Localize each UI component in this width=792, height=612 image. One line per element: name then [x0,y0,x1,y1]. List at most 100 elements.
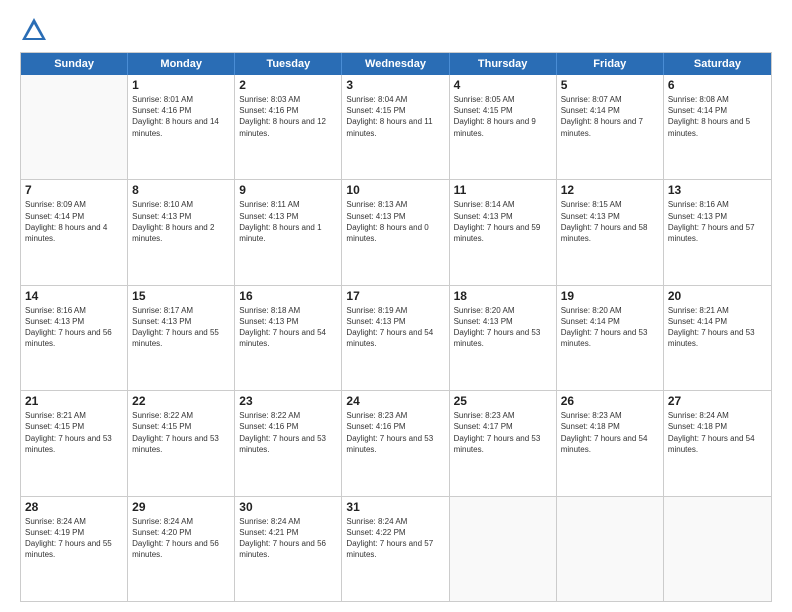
day-number: 10 [346,183,444,197]
day-cell-12: 12Sunrise: 8:15 AM Sunset: 4:13 PM Dayli… [557,180,664,284]
header-cell-wednesday: Wednesday [342,53,449,75]
day-cell-31: 31 Sunrise: 8:24 AM Sunset: 4:22 PM Dayli… [342,497,449,601]
header-cell-saturday: Saturday [664,53,771,75]
day-number: 21 [25,394,123,408]
page: SundayMondayTuesdayWednesdayThursdayFrid… [0,0,792,612]
week-row-4: 21 Sunrise: 8:21 AM Sunset: 4:15 PM Dayli… [21,391,771,496]
day-info: Sunrise: 8:24 AM Sunset: 4:18 PM Dayligh… [668,410,767,455]
day-cell-9: 9 Sunrise: 8:11 AM Sunset: 4:13 PM Daylig… [235,180,342,284]
logo [20,16,52,44]
day-cell-25: 25 Sunrise: 8:23 AM Sunset: 4:17 PM Dayli… [450,391,557,495]
day-info: Sunrise: 8:20 AM Sunset: 4:14 PM Dayligh… [561,305,659,350]
header-cell-monday: Monday [128,53,235,75]
day-info: Sunrise: 8:21 AM Sunset: 4:14 PM Dayligh… [668,305,767,350]
day-cell-empty-4-5 [557,497,664,601]
day-number: 26 [561,394,659,408]
day-number: 19 [561,289,659,303]
day-cell-21: 21 Sunrise: 8:21 AM Sunset: 4:15 PM Dayli… [21,391,128,495]
day-info: Sunrise: 8:24 AM Sunset: 4:19 PM Dayligh… [25,516,123,561]
day-number: 7 [25,183,123,197]
day-number: 1 [132,78,230,92]
day-cell-16: 16Sunrise: 8:18 AM Sunset: 4:13 PM Dayli… [235,286,342,390]
day-cell-3: 3Sunrise: 8:04 AM Sunset: 4:15 PM Daylig… [342,75,449,179]
day-cell-4: 4Sunrise: 8:05 AM Sunset: 4:15 PM Daylig… [450,75,557,179]
day-number: 28 [25,500,123,514]
day-cell-empty-0-0 [21,75,128,179]
calendar-header-row: SundayMondayTuesdayWednesdayThursdayFrid… [21,53,771,75]
day-cell-8: 8 Sunrise: 8:10 AM Sunset: 4:13 PM Daylig… [128,180,235,284]
day-cell-empty-4-4 [450,497,557,601]
day-cell-30: 30 Sunrise: 8:24 AM Sunset: 4:21 PM Dayli… [235,497,342,601]
day-number: 4 [454,78,552,92]
day-info: Sunrise: 8:22 AM Sunset: 4:15 PM Dayligh… [132,410,230,455]
day-cell-7: 7 Sunrise: 8:09 AM Sunset: 4:14 PM Daylig… [21,180,128,284]
day-info: Sunrise: 8:24 AM Sunset: 4:22 PM Dayligh… [346,516,444,561]
day-info: Sunrise: 8:11 AM Sunset: 4:13 PM Dayligh… [239,199,337,244]
day-number: 25 [454,394,552,408]
day-cell-5: 5Sunrise: 8:07 AM Sunset: 4:14 PM Daylig… [557,75,664,179]
day-number: 5 [561,78,659,92]
day-number: 3 [346,78,444,92]
week-row-3: 14Sunrise: 8:16 AM Sunset: 4:13 PM Dayli… [21,286,771,391]
day-cell-17: 17 Sunrise: 8:19 AM Sunset: 4:13 PM Dayli… [342,286,449,390]
calendar-body: 1 Sunrise: 8:01 AM Sunset: 4:16 PM Daylig… [21,75,771,601]
day-info: Sunrise: 8:24 AM Sunset: 4:21 PM Dayligh… [239,516,337,561]
week-row-1: 1 Sunrise: 8:01 AM Sunset: 4:16 PM Daylig… [21,75,771,180]
day-cell-14: 14Sunrise: 8:16 AM Sunset: 4:13 PM Dayli… [21,286,128,390]
day-info: Sunrise: 8:14 AM Sunset: 4:13 PM Dayligh… [454,199,552,244]
day-info: Sunrise: 8:20 AM Sunset: 4:13 PM Dayligh… [454,305,552,350]
day-cell-11: 11 Sunrise: 8:14 AM Sunset: 4:13 PM Dayli… [450,180,557,284]
day-info: Sunrise: 8:16 AM Sunset: 4:13 PM Dayligh… [25,305,123,350]
day-cell-19: 19 Sunrise: 8:20 AM Sunset: 4:14 PM Dayli… [557,286,664,390]
day-cell-13: 13Sunrise: 8:16 AM Sunset: 4:13 PM Dayli… [664,180,771,284]
day-info: Sunrise: 8:08 AM Sunset: 4:14 PM Dayligh… [668,94,767,139]
day-info: Sunrise: 8:09 AM Sunset: 4:14 PM Dayligh… [25,199,123,244]
day-number: 12 [561,183,659,197]
header [20,16,772,44]
day-cell-15: 15 Sunrise: 8:17 AM Sunset: 4:13 PM Dayli… [128,286,235,390]
day-number: 31 [346,500,444,514]
day-info: Sunrise: 8:21 AM Sunset: 4:15 PM Dayligh… [25,410,123,455]
day-info: Sunrise: 8:23 AM Sunset: 4:18 PM Dayligh… [561,410,659,455]
day-cell-6: 6 Sunrise: 8:08 AM Sunset: 4:14 PM Daylig… [664,75,771,179]
day-number: 8 [132,183,230,197]
day-number: 15 [132,289,230,303]
calendar: SundayMondayTuesdayWednesdayThursdayFrid… [20,52,772,602]
day-cell-24: 24Sunrise: 8:23 AM Sunset: 4:16 PM Dayli… [342,391,449,495]
day-number: 20 [668,289,767,303]
day-info: Sunrise: 8:17 AM Sunset: 4:13 PM Dayligh… [132,305,230,350]
header-cell-friday: Friday [557,53,664,75]
day-number: 18 [454,289,552,303]
day-info: Sunrise: 8:10 AM Sunset: 4:13 PM Dayligh… [132,199,230,244]
day-info: Sunrise: 8:19 AM Sunset: 4:13 PM Dayligh… [346,305,444,350]
day-number: 23 [239,394,337,408]
day-cell-23: 23 Sunrise: 8:22 AM Sunset: 4:16 PM Dayli… [235,391,342,495]
day-info: Sunrise: 8:03 AM Sunset: 4:16 PM Dayligh… [239,94,337,139]
day-number: 29 [132,500,230,514]
day-number: 22 [132,394,230,408]
day-cell-26: 26 Sunrise: 8:23 AM Sunset: 4:18 PM Dayli… [557,391,664,495]
day-cell-1: 1 Sunrise: 8:01 AM Sunset: 4:16 PM Daylig… [128,75,235,179]
day-cell-22: 22 Sunrise: 8:22 AM Sunset: 4:15 PM Dayli… [128,391,235,495]
day-cell-29: 29 Sunrise: 8:24 AM Sunset: 4:20 PM Dayli… [128,497,235,601]
day-number: 13 [668,183,767,197]
header-cell-thursday: Thursday [450,53,557,75]
day-cell-27: 27Sunrise: 8:24 AM Sunset: 4:18 PM Dayli… [664,391,771,495]
day-number: 16 [239,289,337,303]
day-number: 6 [668,78,767,92]
day-cell-18: 18 Sunrise: 8:20 AM Sunset: 4:13 PM Dayli… [450,286,557,390]
day-number: 11 [454,183,552,197]
day-info: Sunrise: 8:13 AM Sunset: 4:13 PM Dayligh… [346,199,444,244]
day-number: 9 [239,183,337,197]
day-number: 2 [239,78,337,92]
day-info: Sunrise: 8:24 AM Sunset: 4:20 PM Dayligh… [132,516,230,561]
day-info: Sunrise: 8:22 AM Sunset: 4:16 PM Dayligh… [239,410,337,455]
day-cell-20: 20 Sunrise: 8:21 AM Sunset: 4:14 PM Dayli… [664,286,771,390]
header-cell-sunday: Sunday [21,53,128,75]
day-number: 24 [346,394,444,408]
day-info: Sunrise: 8:23 AM Sunset: 4:17 PM Dayligh… [454,410,552,455]
day-info: Sunrise: 8:01 AM Sunset: 4:16 PM Dayligh… [132,94,230,139]
day-cell-28: 28 Sunrise: 8:24 AM Sunset: 4:19 PM Dayli… [21,497,128,601]
day-number: 30 [239,500,337,514]
day-number: 17 [346,289,444,303]
